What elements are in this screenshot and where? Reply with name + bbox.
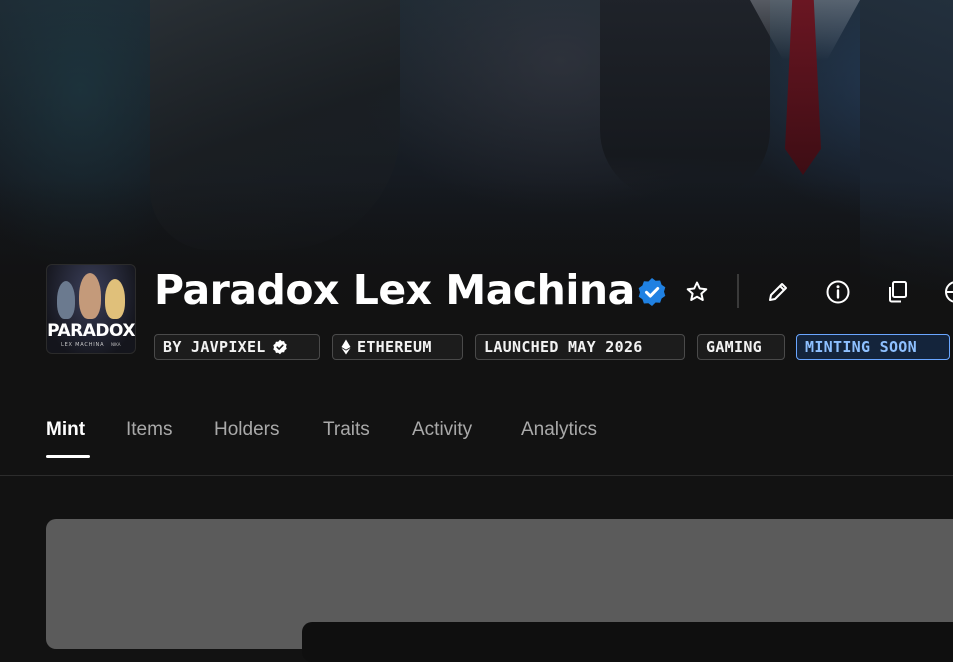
- category-tag-label: GAMING: [706, 338, 762, 356]
- category-tag[interactable]: GAMING: [697, 334, 785, 360]
- mint-panel-inner-card: [302, 622, 953, 662]
- collection-title: Paradox Lex Machina: [154, 266, 635, 314]
- chain-tag-label: ETHEREUM: [357, 338, 432, 356]
- tabs-divider: [0, 475, 953, 476]
- tab-holders[interactable]: Holders: [214, 419, 279, 441]
- creator-tag-label: BY JAVPIXEL: [163, 338, 266, 356]
- avatar-logo-mark: NIKA: [111, 342, 121, 347]
- chain-tag[interactable]: ETHEREUM: [332, 334, 463, 360]
- avatar-logo-text: PARADOX: [47, 321, 135, 341]
- collection-avatar: PARADOX LEX MACHINA NIKA: [46, 264, 136, 354]
- tab-analytics[interactable]: Analytics: [521, 419, 597, 441]
- launch-date-tag: LAUNCHED MAY 2026: [475, 334, 685, 360]
- star-icon[interactable]: [684, 279, 710, 305]
- launch-date-label: LAUNCHED MAY 2026: [484, 338, 643, 356]
- active-tab-indicator: [46, 455, 90, 458]
- globe-icon[interactable]: [943, 279, 953, 305]
- collection-banner: [0, 0, 953, 380]
- tab-traits[interactable]: Traits: [323, 419, 370, 441]
- status-badge-label: MINTING SOON: [805, 338, 917, 356]
- pencil-icon[interactable]: [765, 279, 791, 305]
- tab-mint[interactable]: Mint: [46, 419, 85, 441]
- status-badge: MINTING SOON: [796, 334, 950, 360]
- tab-items[interactable]: Items: [126, 419, 172, 441]
- tab-activity[interactable]: Activity: [412, 419, 472, 441]
- banner-figure-middle: [600, 0, 770, 200]
- info-icon[interactable]: [825, 279, 851, 305]
- avatar-logo-subtext: LEX MACHINA: [61, 342, 105, 348]
- copy-icon[interactable]: [885, 279, 911, 305]
- ethereum-icon: [341, 339, 351, 355]
- verified-badge-icon: [638, 278, 666, 306]
- verified-check-icon: [272, 339, 287, 355]
- creator-tag[interactable]: BY JAVPIXEL: [154, 334, 320, 360]
- action-divider: [737, 274, 739, 308]
